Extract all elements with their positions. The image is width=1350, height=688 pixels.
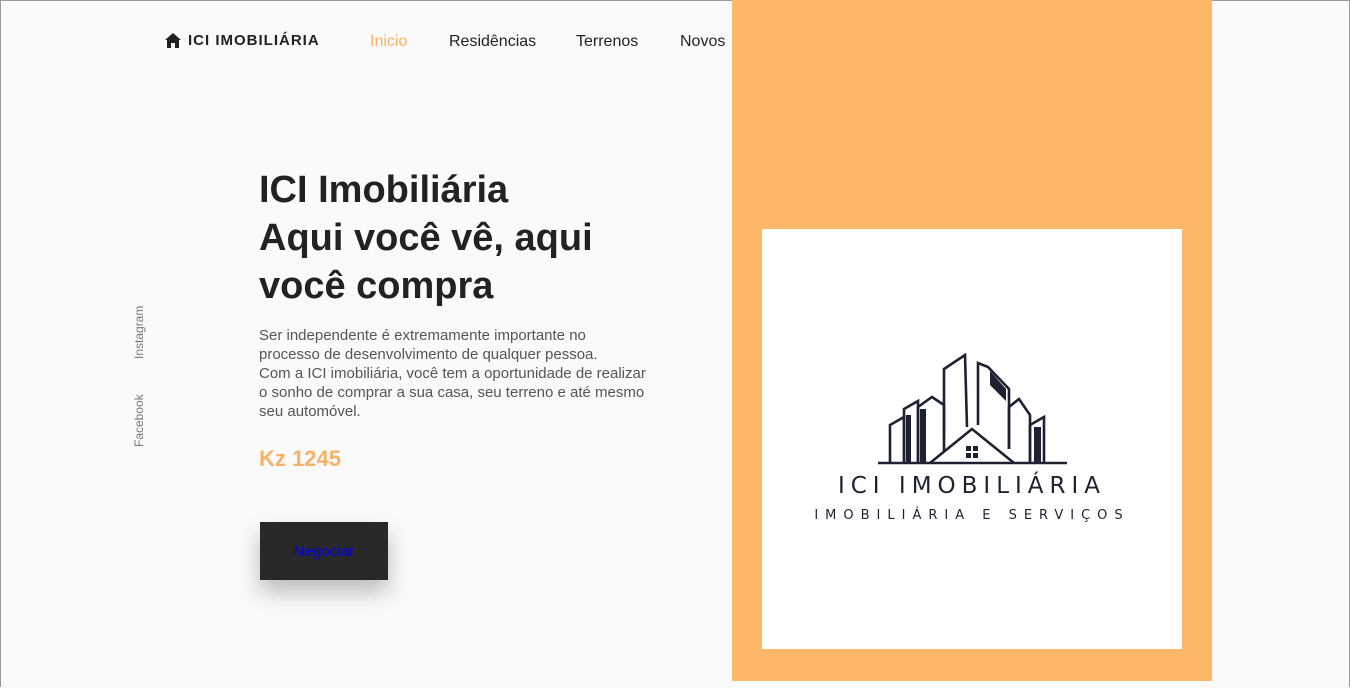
company-logo-image: ICI IMOBILIÁRIA IMOBILIÁRIA E SERVIÇOS [762,229,1182,649]
hero-description-line: Com a ICI imobiliária, você tem a oportu… [259,365,646,382]
hero-description-line: Ser independente é extremamente importan… [259,327,586,344]
nav-item-residencias[interactable]: Residências [449,33,536,51]
hero-title-line: ICI Imobiliária [259,169,509,211]
hero-description: Ser independente é extremamente importan… [259,326,679,421]
instagram-link[interactable]: Instagram [132,306,146,359]
negotiate-button[interactable]: Negociar [260,522,388,580]
logo-company-name: ICI IMOBILIÁRIA [837,473,1107,499]
price-label: Kz 1245 [259,446,341,471]
hero-description-line: seu automóvel. [259,403,361,420]
hero-title: ICI Imobiliária Aqui você vê, aqui você … [259,166,679,310]
nav-item-inicio[interactable]: Inicio [370,33,407,51]
hero-title-line: Aqui você vê, aqui [259,217,593,259]
nav-item-novos[interactable]: Novos [680,33,725,51]
facebook-link[interactable]: Facebook [132,394,146,447]
hero-description-line: processo de desenvolvimento de qualquer … [259,346,598,363]
home-icon [165,33,181,48]
hero-title-line: você compra [259,265,494,307]
brand-name: ICI IMOBILIÁRIA [188,32,320,49]
nav-item-terrenos[interactable]: Terrenos [576,33,638,51]
hero-description-line: o sonho de comprar a sua casa, seu terre… [259,384,645,401]
logo-subtitle: IMOBILIÁRIA E SERVIÇOS [814,508,1130,523]
city-skyline-logo-icon [878,352,1067,465]
brand-logo[interactable]: ICI IMOBILIÁRIA [164,32,320,49]
